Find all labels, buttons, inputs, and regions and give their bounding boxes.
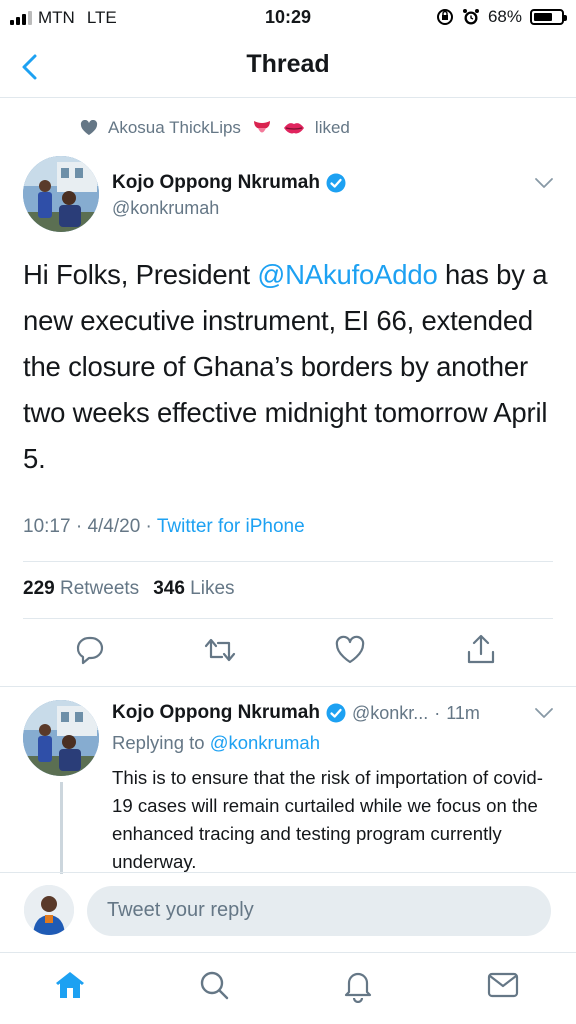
likes-stat[interactable]: 346 Likes <box>153 578 234 600</box>
verified-badge-icon <box>326 173 346 193</box>
heart-small-icon <box>80 120 98 135</box>
chevron-down-icon <box>535 708 553 718</box>
tweet-time: 10:17 <box>23 516 71 537</box>
page-title: Thread <box>246 50 330 78</box>
likes-count: 346 <box>153 578 185 599</box>
reply-icon <box>76 636 104 665</box>
share-button[interactable] <box>463 632 499 668</box>
tweet-actions <box>0 632 576 672</box>
meta-separator: · <box>75 516 83 537</box>
tweet-text: Hi Folks, President @NAkufoAddo has by a… <box>23 252 563 482</box>
replying-to-link[interactable]: @konkrumah <box>210 732 320 753</box>
retweet-button[interactable] <box>202 632 238 668</box>
like-button[interactable] <box>332 632 368 668</box>
tweet-text-part: Hi Folks, President <box>23 259 258 290</box>
reply-author-avatar[interactable] <box>23 700 99 776</box>
tweet-source-link[interactable]: Twitter for iPhone <box>157 516 305 537</box>
reply-header: Kojo Oppong Nkrumah @konkr... · 11m <box>112 702 480 724</box>
reply-input[interactable]: Tweet your reply <box>87 886 551 936</box>
reply-author-handle[interactable]: @konkr... <box>352 703 428 724</box>
author-handle[interactable]: @konkrumah <box>112 198 219 219</box>
retweet-icon <box>204 638 236 662</box>
tweet-meta: 10:17 · 4/4/20 · Twitter for iPhone <box>23 516 305 538</box>
share-icon <box>467 634 495 664</box>
social-context-user[interactable]: Akosua ThickLips <box>108 118 241 138</box>
tweet-text-part: has by a new executive instrument, EI 66… <box>23 259 548 474</box>
tab-search[interactable] <box>196 967 232 1003</box>
verified-badge-icon <box>326 703 346 723</box>
battery-icon <box>530 9 567 25</box>
reply-text: This is to ensure that the risk of impor… <box>112 767 543 872</box>
current-user-avatar[interactable] <box>24 885 74 935</box>
tweet-menu-button[interactable] <box>534 176 554 190</box>
status-bar: MTN LTE 10:29 68% <box>0 0 576 36</box>
tab-bar <box>0 952 576 1024</box>
likes-label: Likes <box>190 578 235 599</box>
replying-label: Replying to <box>112 732 205 753</box>
author-name-text: Kojo Oppong Nkrumah <box>112 172 320 193</box>
reply-composer: Tweet your reply <box>0 872 576 952</box>
home-icon <box>56 972 84 998</box>
reply-button[interactable] <box>72 632 108 668</box>
tab-home[interactable] <box>52 967 88 1003</box>
heart-icon <box>335 635 365 664</box>
reply-separator: · <box>434 702 441 723</box>
thread-connector <box>60 782 63 874</box>
search-icon <box>200 971 229 1000</box>
retweets-count: 229 <box>23 578 55 599</box>
author-avatar[interactable] <box>23 156 99 232</box>
tweet-date: 4/4/20 <box>87 516 141 537</box>
bell-icon <box>344 972 372 1004</box>
avatar-image <box>24 885 74 935</box>
rotation-lock-icon <box>436 9 453 25</box>
mail-icon <box>487 972 519 998</box>
status-right: 68% <box>436 7 567 27</box>
battery-percent: 68% <box>487 7 522 26</box>
reply-author-name[interactable]: Kojo Oppong Nkrumah <box>112 702 320 724</box>
tab-messages[interactable] <box>485 967 521 1003</box>
social-context-action: liked <box>314 118 350 137</box>
author-name[interactable]: Kojo Oppong Nkrumah <box>112 172 346 194</box>
tweet-stats: 229 Retweets 346 Likes <box>23 578 235 600</box>
tongue-emoji-icon <box>253 121 270 133</box>
divider <box>0 686 576 687</box>
divider <box>23 561 553 562</box>
chevron-down-icon <box>535 178 553 188</box>
navigation-bar: Thread <box>0 36 576 98</box>
lips-emoji-icon <box>283 123 304 134</box>
retweets-label: Retweets <box>59 578 140 599</box>
retweets-stat[interactable]: 229 Retweets <box>23 578 139 600</box>
reply-menu-button[interactable] <box>534 706 554 720</box>
meta-separator: · <box>145 516 152 537</box>
tab-notifications[interactable] <box>340 967 376 1004</box>
avatar-image <box>23 156 99 232</box>
alarm-icon <box>462 9 479 25</box>
replying-to: Replying to @konkrumah <box>112 732 320 754</box>
social-context: Akosua ThickLips liked <box>80 118 350 138</box>
reply-time: 11m <box>446 702 480 723</box>
mention-link[interactable]: @NAkufoAddo <box>257 259 437 290</box>
divider <box>23 618 553 619</box>
avatar-image <box>23 700 99 776</box>
